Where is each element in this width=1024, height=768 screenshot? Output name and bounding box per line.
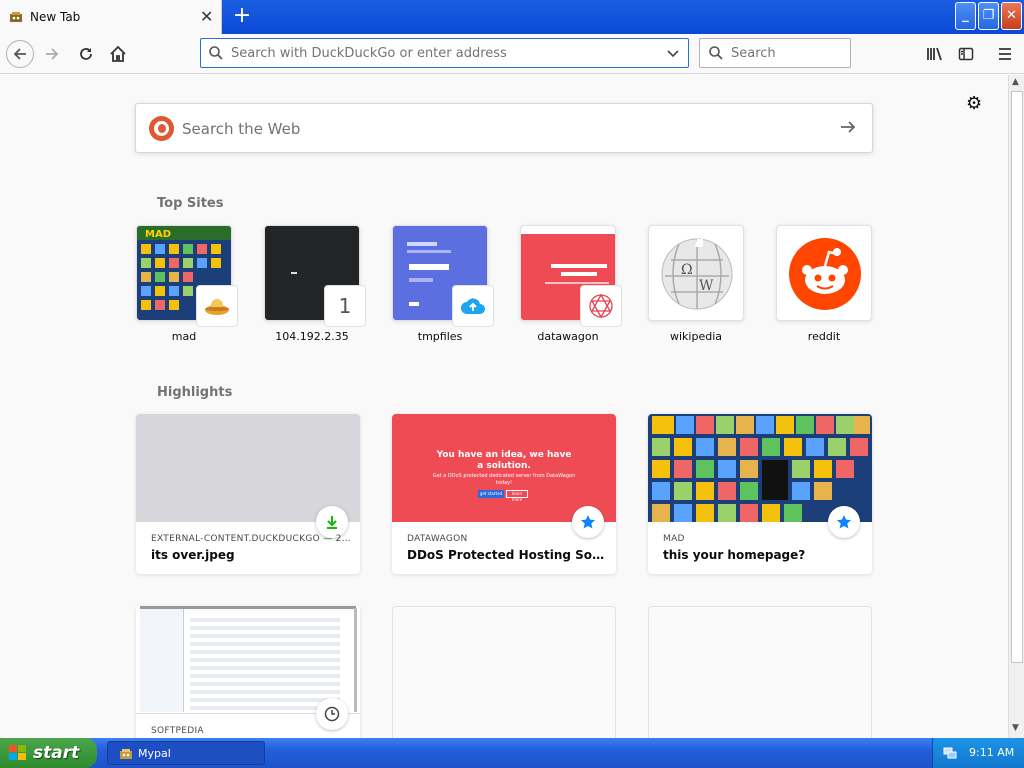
forward-arrow-icon [46,48,59,60]
hamburger-menu-icon [999,48,1011,60]
system-tray: 9:11 AM [932,738,1024,768]
taskbar-item-label: Mypal [138,747,171,760]
highlight-card-datawagon[interactable]: You have an idea, we have a solution. Ge… [392,414,616,574]
star-icon [828,506,860,538]
sidebar-button[interactable] [952,40,980,68]
highlight-placeholder [392,606,616,738]
sidebar-icon [958,47,974,61]
arrow-right-icon[interactable] [838,117,858,137]
top-site-label: wikipedia [669,330,722,343]
clock: 9:11 AM [969,746,1015,759]
taskbar: start Mypal 9:11 AM [0,738,1024,768]
site-thumbnail [776,225,872,321]
top-site-tmpfiles[interactable]: tmpfiles [392,225,494,343]
card-source: MAD [663,534,685,544]
address-bar[interactable] [200,38,689,68]
preview-button-2: learn more [506,490,528,502]
top-site-label: tmpfiles [417,330,463,343]
datawagon-favicon-icon [580,285,622,327]
card-source: SOFTPEDIA [151,726,204,736]
top-site-wikipedia[interactable]: Ω W wikipedia [648,225,744,343]
search-input[interactable] [731,44,841,62]
search-icon [709,46,723,60]
mypal-logo-icon [10,12,22,22]
top-site-mad[interactable]: MAD mad [136,225,238,343]
top-site-label: datawagon [537,330,599,343]
preview-heading: You have an idea, we have a solution. [436,450,572,471]
highlight-card-mad[interactable]: MAD this your homepage? [648,414,872,574]
gear-icon[interactable]: ⚙ [966,93,982,114]
top-site-ip[interactable]: 1 104.192.2.35 [264,225,366,343]
reload-button[interactable] [72,40,100,68]
start-label: start [33,743,80,763]
top-site-label: mad [171,330,197,343]
tab-new-tab[interactable]: New Tab ✕ [0,0,222,34]
vertical-scrollbar[interactable]: ▲ ▼ [1008,75,1024,738]
library-icon [927,47,942,61]
home-icon [110,45,126,62]
clock-icon [316,698,348,730]
search-icon [209,46,223,60]
card-title: DDoS Protected Hosting Solutio… [407,548,607,562]
preview-button-1: get started [478,490,504,498]
scroll-up-icon[interactable]: ▲ [1012,77,1019,87]
menu-button[interactable] [991,40,1019,68]
address-input[interactable] [231,44,651,62]
search-bar[interactable] [699,38,851,68]
top-sites-heading: Top Sites [157,196,224,211]
web-search-box[interactable]: Search the Web [135,103,873,153]
highlight-card-its-over[interactable]: EXTERNAL-CONTENT.DUCKDUCKGO — 2… its ove… [136,414,360,574]
navigation-toolbar [0,34,1024,74]
top-site-reddit[interactable]: reddit [776,225,872,343]
preview-text: Get a DDoS protected dedicated server fr… [432,473,576,486]
back-arrow-icon [13,48,26,60]
start-button[interactable]: start [0,738,97,768]
card-title: its over.jpeg [151,548,235,562]
close-tab-icon[interactable]: ✕ [200,7,213,26]
reddit-logo-icon [789,238,861,310]
web-search-placeholder: Search the Web [182,120,301,138]
close-window-button[interactable]: ✕ [1001,2,1022,30]
site-thumbnail: Ω W [648,225,744,321]
favicon-letter: 1 [338,294,352,318]
mypal-logo-icon [120,749,132,759]
top-site-datawagon[interactable]: datawagon [520,225,622,343]
svg-text:W: W [699,278,714,294]
tab-strip: New Tab ✕ + _ ❐ ✕ [0,0,1024,34]
reload-icon [80,48,92,60]
card-source: DATAWAGON [407,534,468,544]
star-icon [572,506,604,538]
highlights-heading: Highlights [157,385,233,400]
ufo-favicon-icon [196,285,238,327]
highlight-card-softpedia[interactable]: SOFTPEDIA [136,606,360,738]
scroll-down-icon[interactable]: ▼ [1012,723,1019,733]
highlight-placeholder [648,606,872,738]
home-button[interactable] [104,40,132,68]
new-tab-page: ⚙ Search the Web Top Sites MAD mad 1 104… [0,75,1008,738]
taskbar-item-mypal[interactable]: Mypal [107,741,265,765]
cloud-upload-icon [452,285,494,327]
top-site-label: reddit [807,330,841,343]
svg-text:MAD: MAD [145,229,171,240]
duckduckgo-logo-icon [149,116,174,141]
top-site-label: 104.192.2.35 [275,330,349,343]
chevron-down-icon[interactable] [666,46,680,60]
library-button[interactable] [921,40,949,68]
wikipedia-globe-icon: Ω W [661,238,733,310]
card-source: EXTERNAL-CONTENT.DUCKDUCKGO — 2… [151,534,351,544]
windows-flag-icon [9,745,26,760]
restore-button[interactable]: ❐ [978,2,999,30]
forward-button[interactable] [38,40,66,68]
scrollbar-thumb[interactable] [1011,91,1023,663]
new-tab-button[interactable]: + [231,3,253,29]
tab-title: New Tab [30,10,81,24]
minimize-button[interactable]: _ [955,2,976,30]
letter-favicon: 1 [324,285,366,327]
back-button[interactable] [6,40,34,68]
svg-text:Ω: Ω [681,262,693,278]
card-title: this your homepage? [663,548,806,562]
network-icon[interactable] [943,746,957,760]
